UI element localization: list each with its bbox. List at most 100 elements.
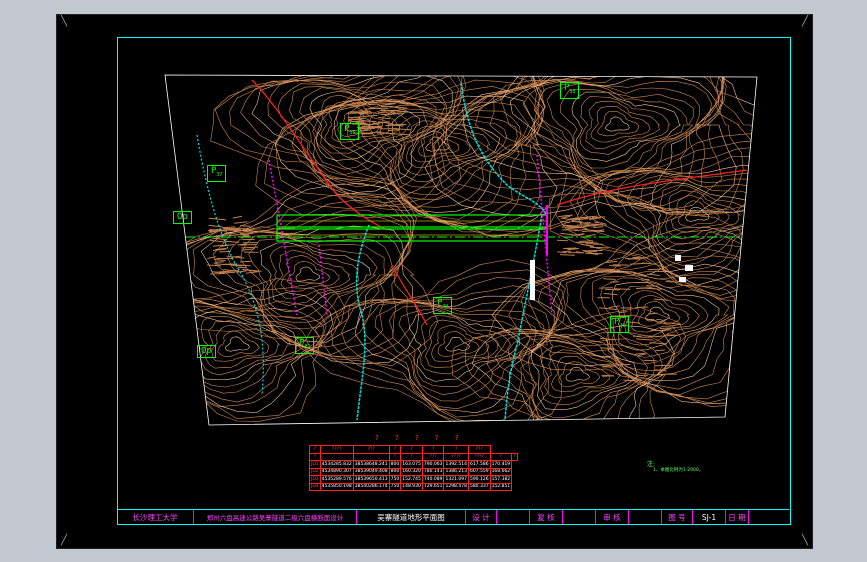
table-cell bbox=[352, 452, 390, 461]
drawing-no: SJ-1 bbox=[693, 510, 726, 524]
terrain-hatch bbox=[594, 247, 609, 249]
table-cell: 163.075 bbox=[400, 460, 423, 469]
school-name: 长沙理工大学 bbox=[117, 510, 194, 524]
review-value bbox=[563, 510, 596, 524]
table-cell: ? bbox=[309, 452, 321, 461]
terrain-hatch bbox=[635, 287, 652, 289]
map-label-p38: P38 bbox=[560, 82, 580, 99]
table-cell: 740.089 bbox=[421, 475, 445, 484]
table-cell: 4534285.832 bbox=[319, 460, 354, 469]
terrain-hatch bbox=[364, 120, 377, 122]
map-label-p40: P40 bbox=[610, 316, 630, 333]
map-label-p39: P39 bbox=[433, 297, 453, 314]
table-cell: ? bbox=[309, 445, 321, 454]
table-row: JD3 4535289.576 38539650.413 750 152.745 740.… bbox=[309, 475, 518, 484]
table-cell: 4535289.576 bbox=[319, 475, 354, 484]
drawing-name: 吴寨隧道地形平面图 bbox=[357, 510, 466, 524]
design-value bbox=[497, 510, 530, 524]
table-cell: 152.851 bbox=[489, 482, 513, 491]
terrain-hatch bbox=[646, 285, 659, 287]
table-cell: 38539650.413 bbox=[352, 475, 390, 484]
map-label-p32: P32 bbox=[295, 337, 315, 354]
table-row: ???????????????? bbox=[309, 452, 518, 461]
terrain-hatch bbox=[242, 229, 252, 231]
terrain-hatch bbox=[655, 349, 665, 352]
table-cell: ???? bbox=[319, 445, 354, 454]
table-cell: 1392.514 bbox=[443, 460, 469, 469]
map-label-p37: P37 bbox=[207, 165, 227, 182]
terrain-hatch bbox=[641, 262, 651, 265]
terrain-hatch bbox=[237, 266, 247, 269]
table-cell: ???? bbox=[443, 452, 469, 461]
table-row: JD1 4534285.832 38538648.241 800 163.075 790.… bbox=[309, 460, 518, 469]
table-row: JD4 4535850.198 38540286.174 750 148.930 729.… bbox=[309, 482, 518, 491]
table-cell: 580.337 bbox=[467, 482, 491, 491]
table-cell: 157.382 bbox=[489, 475, 513, 484]
table-cell: ? bbox=[511, 452, 518, 461]
terrain-hatch bbox=[239, 260, 252, 263]
terrain-hatch bbox=[654, 364, 672, 367]
note-text: 1、本图比例为1:2000。 bbox=[653, 468, 704, 473]
table-cell: 780.143 bbox=[421, 467, 445, 476]
table-cell: JD4 bbox=[309, 482, 321, 491]
terrain-hatch bbox=[666, 334, 677, 336]
map-label-p36: P36 bbox=[340, 123, 360, 140]
table-cell: ? bbox=[489, 452, 513, 461]
title-block: 长沙理工大学 郑州六盘高速公路吴寨隧道二级六盘横断面设计 吴寨隧道地形平面图 设… bbox=[117, 509, 789, 524]
table-cell: ? bbox=[443, 445, 469, 454]
terrain-hatch bbox=[610, 281, 619, 283]
table-row: ??????????????? bbox=[309, 445, 518, 454]
contour-area bbox=[165, 75, 757, 425]
table-cell: 617.586 bbox=[467, 460, 491, 469]
terrain-hatch bbox=[210, 273, 226, 275]
table-cell: 38539049.408 bbox=[352, 467, 390, 476]
table-row: JD2 4534890.307 38539049.408 800 160.320 780.… bbox=[309, 467, 518, 476]
table-cell: 168.662 bbox=[489, 467, 513, 476]
terrain-hatch bbox=[643, 359, 657, 362]
table-cell: ? bbox=[400, 452, 423, 461]
table-cell: 4535850.198 bbox=[319, 482, 354, 491]
terrain-hatch bbox=[605, 288, 620, 291]
terrain-hatch bbox=[351, 120, 365, 123]
design-label: 设 计 bbox=[466, 510, 497, 524]
terrain-hatch bbox=[632, 256, 649, 259]
approve-label: 审 核 bbox=[596, 510, 629, 524]
terrain-hatch bbox=[612, 364, 631, 366]
map-label-op-bottom: Op bbox=[197, 345, 216, 358]
curve-element-table: ??????????????????????????????? JD1 453428… bbox=[309, 445, 518, 491]
terrain-hatch bbox=[240, 225, 251, 227]
project-name: 郑州六盘高速公路吴寨隧道二级六盘横断面设计 bbox=[194, 510, 357, 524]
terrain-hatch bbox=[240, 243, 257, 246]
table-cell: 750 bbox=[388, 482, 402, 491]
terrain-hatch bbox=[613, 288, 631, 290]
table-cell: 148.930 bbox=[400, 482, 423, 491]
table-cell: 790.063 bbox=[421, 460, 445, 469]
terrain-hatch bbox=[609, 265, 621, 267]
table-cell: 38540286.174 bbox=[352, 482, 390, 491]
table-cell: 729.651 bbox=[421, 482, 445, 491]
table-cell: 800 bbox=[388, 460, 402, 469]
terrain-hatch bbox=[601, 374, 615, 377]
terrain-hatch bbox=[396, 110, 407, 113]
table-cell: ? bbox=[388, 445, 402, 454]
table-cell: 152.745 bbox=[400, 475, 423, 484]
table-cell: ???? bbox=[467, 452, 491, 461]
approve-value bbox=[629, 510, 662, 524]
table-cell: ? bbox=[388, 452, 402, 461]
table-cell: ? bbox=[421, 445, 445, 454]
cad-viewport[interactable]: ╲ ╱ ╱ ╲ P38 P36 P37 Op P39 P40 P32 Op ? … bbox=[56, 14, 813, 549]
table-cell: 607.559 bbox=[467, 467, 491, 476]
terrain-hatch bbox=[556, 239, 568, 242]
date-label: 日 期 bbox=[726, 510, 749, 524]
table-cell: ? bbox=[400, 445, 423, 454]
table-cell: ??? bbox=[352, 445, 390, 454]
terrain-hatch bbox=[586, 230, 605, 232]
terrain-hatch bbox=[566, 226, 584, 228]
table-cell bbox=[319, 452, 354, 461]
table-cell: 590.126 bbox=[467, 475, 491, 484]
terrain-hatch bbox=[228, 234, 239, 236]
terrain-hatch bbox=[591, 216, 606, 218]
table-cell: ??? bbox=[421, 452, 445, 461]
terrain-hatch bbox=[603, 278, 616, 280]
terrain-hatch bbox=[584, 252, 603, 255]
